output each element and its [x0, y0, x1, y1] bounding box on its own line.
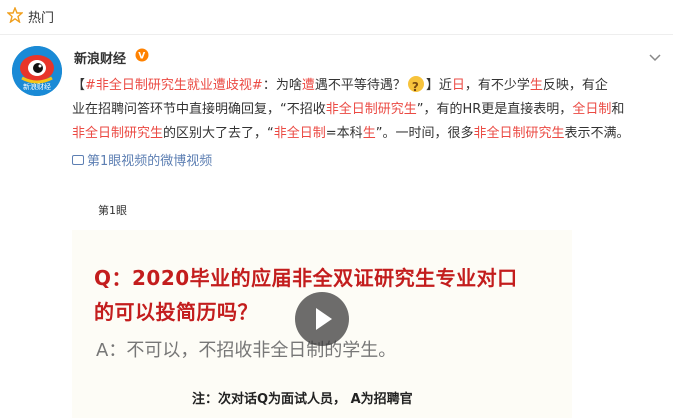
video-link-icon: [72, 155, 84, 165]
post-line-3: 非全日制研究生的区别大了去了，“非全日制=本科生”。一时间，很多非全日制研究生表…: [72, 122, 660, 146]
video-header: 第1眼: [72, 182, 572, 230]
post-segment: 和: [611, 102, 625, 117]
top-bar: 热门: [0, 0, 673, 35]
keyword-highlight: 生: [362, 126, 376, 141]
avatar-caption: 新浪财经: [23, 83, 51, 91]
post-segment: 】近: [425, 78, 452, 93]
post-line-2: 业在招聘问答环节中直接明确回复，“不招收非全日制研究生”，有的HR更是直接表明，…: [72, 98, 660, 122]
thinking-emoji-icon: [407, 75, 424, 99]
video-answer-line: A：不可以，不招收非全日制的学生。: [96, 340, 397, 361]
play-button[interactable]: [295, 292, 349, 346]
video-watermark: 第1眼: [98, 204, 127, 217]
post-text: 【#非全日制研究生就业遭歧视#：为啥遭遇不平等待遇？】近日，有不少学生反映，有企…: [72, 74, 660, 146]
video-note: 注：次对话Q为面试人员， A为招聘官: [192, 392, 413, 407]
video-question-line-1: Q：2020毕业的应届非全双证研究生专业对口: [94, 266, 518, 290]
account-name[interactable]: 新浪财经: [74, 48, 126, 67]
post-segment: 业在招聘问答环节中直接明确回复，“不招收: [72, 102, 326, 117]
post-segment: ”。一时间，很多: [375, 126, 474, 141]
svg-text:V: V: [138, 52, 145, 62]
post-segment: 反映，有企: [542, 78, 608, 93]
keyword-highlight: 生: [529, 78, 543, 93]
post-segment: ”，有的HR更是直接表明，: [416, 102, 573, 117]
chevron-down-icon[interactable]: [649, 54, 661, 62]
keyword-highlight: 非全日制研究生: [72, 126, 164, 141]
keyword-highlight: 遭: [301, 78, 315, 93]
keyword-highlight: 非全日制研究生: [325, 102, 417, 117]
post-segment: ：为啥: [262, 78, 302, 93]
star-icon: [7, 7, 23, 23]
keyword-highlight: 全日制: [572, 102, 612, 117]
post-segment: 遇不平等待遇？: [314, 78, 406, 93]
video-link-label: 第1眼视频的微博视频: [87, 154, 213, 169]
keyword-highlight: 日: [451, 78, 465, 93]
post-segment: 的区别大了去了，“: [163, 126, 274, 141]
hot-label[interactable]: 热门: [28, 7, 54, 26]
post-line-1: 【#非全日制研究生就业遭歧视#：为啥遭遇不平等待遇？ 】近日，有不少学生反映，有企: [72, 74, 660, 99]
post-segment: =本科: [325, 126, 363, 141]
video-source-link[interactable]: 第1眼视频的微博视频: [72, 150, 212, 169]
post-segment: ，有不少学: [464, 78, 530, 93]
avatar[interactable]: 新浪财经: [12, 46, 62, 96]
video-question-line-2: 的可以投简历吗？: [94, 300, 258, 324]
verified-icon: V: [135, 48, 149, 62]
hashtag-link[interactable]: #非全日制研究生就业遭歧视#: [85, 78, 263, 93]
keyword-highlight: 非全日制研究生: [473, 126, 565, 141]
keyword-highlight: 非全日制: [273, 126, 326, 141]
video-player[interactable]: 第1眼 Q：2020毕业的应届非全双证研究生专业对口 的可以投简历吗？ A：不可…: [72, 182, 572, 418]
post-segment: 表示不满。: [564, 126, 630, 141]
post-segment: 【: [72, 78, 86, 93]
